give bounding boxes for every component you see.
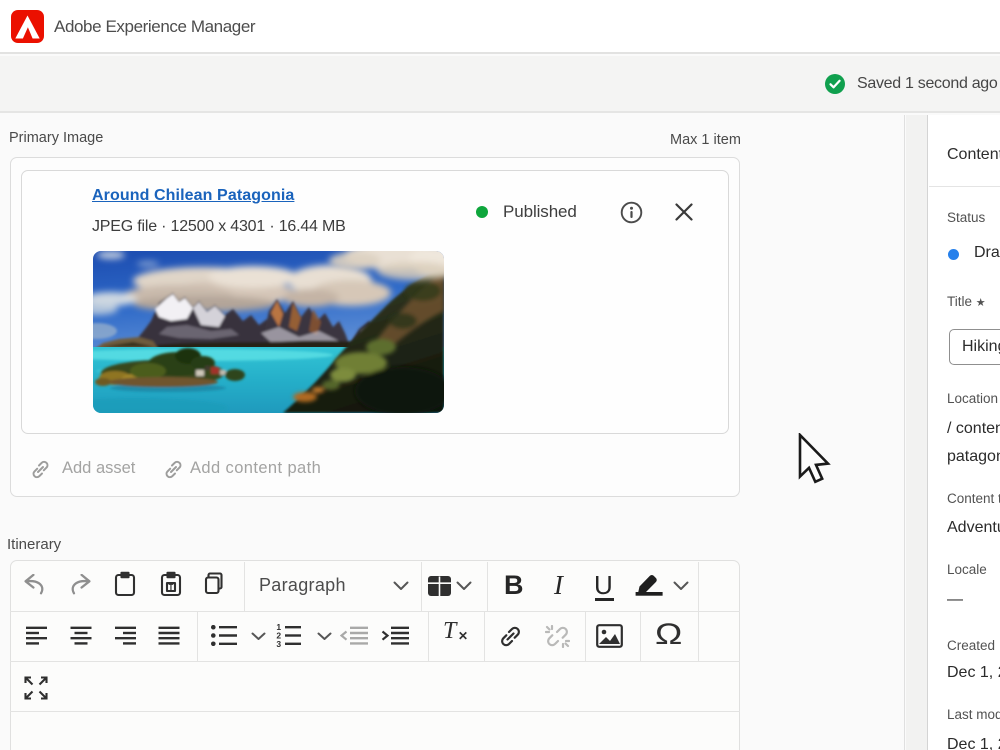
svg-text:T: T [169,583,174,592]
svg-text:3: 3 [276,639,281,647]
